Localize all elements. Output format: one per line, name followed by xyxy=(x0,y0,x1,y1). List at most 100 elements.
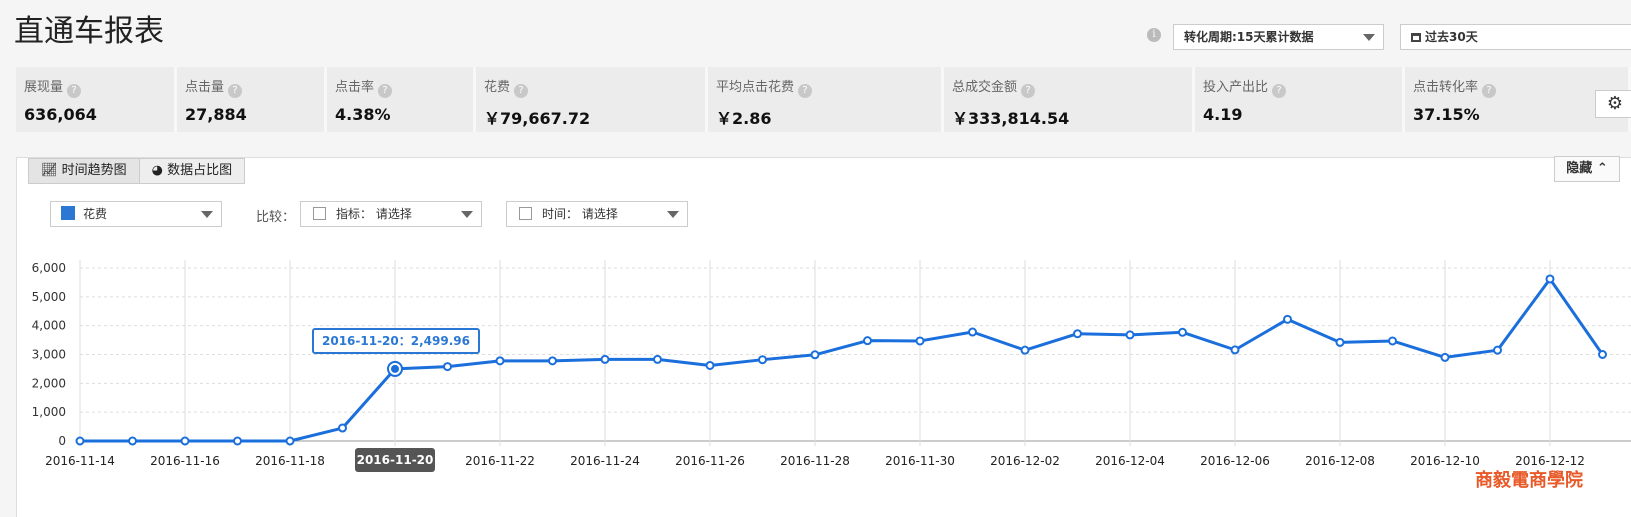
chevron-down-icon xyxy=(667,211,679,218)
data-point xyxy=(915,336,925,346)
hide-button[interactable]: 隐藏 ⌃ xyxy=(1554,156,1620,182)
metric-value: ￥333,814.54 xyxy=(952,109,1070,128)
data-point xyxy=(758,355,767,365)
tab-label: 数据占比图 xyxy=(167,163,233,178)
help-icon[interactable]: ? xyxy=(228,84,243,98)
data-point xyxy=(1598,350,1607,359)
metric-select-label: 花费 xyxy=(83,207,108,221)
settings-button[interactable]: ⚙ xyxy=(1595,90,1631,118)
x-tick-label: 2016-12-02 xyxy=(990,454,1060,468)
tab-data-share[interactable]: ◕ 数据占比图 xyxy=(138,158,246,184)
help-icon[interactable]: ? xyxy=(67,84,82,98)
help-icon[interactable]: ? xyxy=(514,84,529,98)
metric-cost[interactable]: 花费? ￥79,667.72 xyxy=(476,67,708,132)
indicator-checkbox[interactable] xyxy=(313,207,326,220)
help-icon[interactable]: ? xyxy=(1272,84,1287,98)
metric-label: 投入产出比 xyxy=(1203,80,1269,95)
metric-value: ￥79,667.72 xyxy=(484,109,591,128)
data-point xyxy=(391,364,399,373)
data-point xyxy=(1335,337,1345,347)
metric-value: 37.15% xyxy=(1413,105,1480,124)
date-range-label: 过去30天 xyxy=(1425,30,1478,44)
series-line xyxy=(80,277,1604,443)
metric-select[interactable]: 花费 xyxy=(50,201,222,227)
help-icon[interactable]: ? xyxy=(378,84,393,98)
help-icon[interactable]: ? xyxy=(1482,84,1497,98)
conversion-period-select[interactable]: 转化周期:15天累计数据 xyxy=(1173,24,1384,50)
chevron-up-icon: ⌃ xyxy=(1596,161,1608,176)
y-tick-label: 1,000 xyxy=(32,405,66,419)
data-point xyxy=(1493,345,1502,355)
metric-avg-cpc[interactable]: 平均点击花费? ￥2.86 xyxy=(708,67,944,132)
indicator-select[interactable]: 指标： 请选择 xyxy=(300,201,482,227)
chart-tabs: 📈︎ 时间趋势图 ◕ 数据占比图 xyxy=(28,158,246,184)
data-point xyxy=(600,354,610,364)
data-point xyxy=(338,423,347,433)
data-point xyxy=(1073,329,1082,339)
time-select[interactable]: 时间： 请选择 xyxy=(506,201,688,227)
data-point xyxy=(285,436,295,446)
data-point xyxy=(548,356,557,366)
compare-label: 比较： xyxy=(256,210,296,225)
metric-value: 27,884 xyxy=(185,105,247,124)
x-tick-label: 2016-12-10 xyxy=(1410,454,1480,468)
x-tick-label: 2016-11-14 xyxy=(45,454,115,468)
x-tick-label: 2016-12-04 xyxy=(1095,454,1165,468)
help-icon[interactable]: ? xyxy=(1021,84,1036,98)
data-point xyxy=(1545,274,1555,284)
x-tick-label: 2016-12-08 xyxy=(1305,454,1375,468)
chart-tooltip: 2016-11-20：2,499.96 xyxy=(312,328,480,354)
conversion-period-label: 转化周期:15天累计数据 xyxy=(1184,30,1314,44)
y-tick-label: 6,000 xyxy=(32,261,66,275)
tab-time-trend[interactable]: 📈︎ 时间趋势图 xyxy=(28,158,140,184)
metric-value: 4.38% xyxy=(335,105,391,124)
metric-label: 点击率 xyxy=(335,80,375,95)
data-point xyxy=(495,356,505,366)
chevron-down-icon xyxy=(1363,34,1375,41)
time-checkbox[interactable] xyxy=(519,207,532,220)
info-icon[interactable]: i xyxy=(1147,28,1161,42)
highlighted-date-badge: 2016-11-20 xyxy=(355,448,435,472)
time-select-label: 时间： 请选择 xyxy=(542,207,618,221)
data-point xyxy=(1440,352,1450,362)
hide-label: 隐藏 xyxy=(1566,161,1593,176)
tab-label: 时间趋势图 xyxy=(61,163,127,178)
x-tick-label: 2016-11-28 xyxy=(780,454,850,468)
data-point xyxy=(1388,336,1397,346)
chevron-down-icon xyxy=(461,211,473,218)
watermark-logo: 商毅電商學院 xyxy=(1475,470,1583,491)
data-point xyxy=(968,327,977,337)
metric-roi[interactable]: 投入产出比? 4.19 xyxy=(1195,67,1405,132)
metric-gmv[interactable]: 总成交金额? ￥333,814.54 xyxy=(944,67,1195,132)
date-range-select[interactable]: 过去30天 xyxy=(1400,24,1631,50)
data-point xyxy=(1178,327,1187,337)
y-tick-label: 5,000 xyxy=(32,290,66,304)
data-point xyxy=(1020,345,1030,355)
metrics-bar: 展现量? 636,064 点击量? 27,884 点击率? 4.38% 花费? … xyxy=(16,67,1631,132)
metric-label: 平均点击花费 xyxy=(716,80,795,95)
data-point xyxy=(705,360,715,370)
indicator-select-label: 指标： 请选择 xyxy=(336,207,412,221)
data-point xyxy=(1230,345,1240,355)
data-point xyxy=(128,436,137,446)
data-point xyxy=(863,336,872,346)
metric-ctr[interactable]: 点击率? 4.38% xyxy=(327,67,476,132)
metric-value: ￥2.86 xyxy=(716,109,772,128)
data-point xyxy=(810,350,820,360)
x-tick-label: 2016-11-30 xyxy=(885,454,955,468)
data-point xyxy=(75,436,85,446)
trend-chart: 6,000 5,000 4,000 3,000 2,000 1,000 0 2016-11-1… xyxy=(32,260,1631,468)
metric-label: 花费 xyxy=(484,80,511,95)
chevron-down-icon xyxy=(201,211,213,218)
data-point xyxy=(1125,330,1135,340)
metric-impressions[interactable]: 展现量? 636,064 xyxy=(16,67,177,132)
help-icon[interactable]: ? xyxy=(798,84,813,98)
y-tick-label: 4,000 xyxy=(32,319,66,333)
metric-value: 636,064 xyxy=(24,105,97,124)
y-tick-label: 0 xyxy=(58,434,66,448)
metric-clicks[interactable]: 点击量? 27,884 xyxy=(177,67,327,132)
x-tick-label: 2016-11-26 xyxy=(675,454,745,468)
pie-chart-icon: ◕ xyxy=(151,163,168,178)
metric-label: 点击转化率 xyxy=(1413,80,1479,95)
metric-label: 总成交金额 xyxy=(952,80,1018,95)
